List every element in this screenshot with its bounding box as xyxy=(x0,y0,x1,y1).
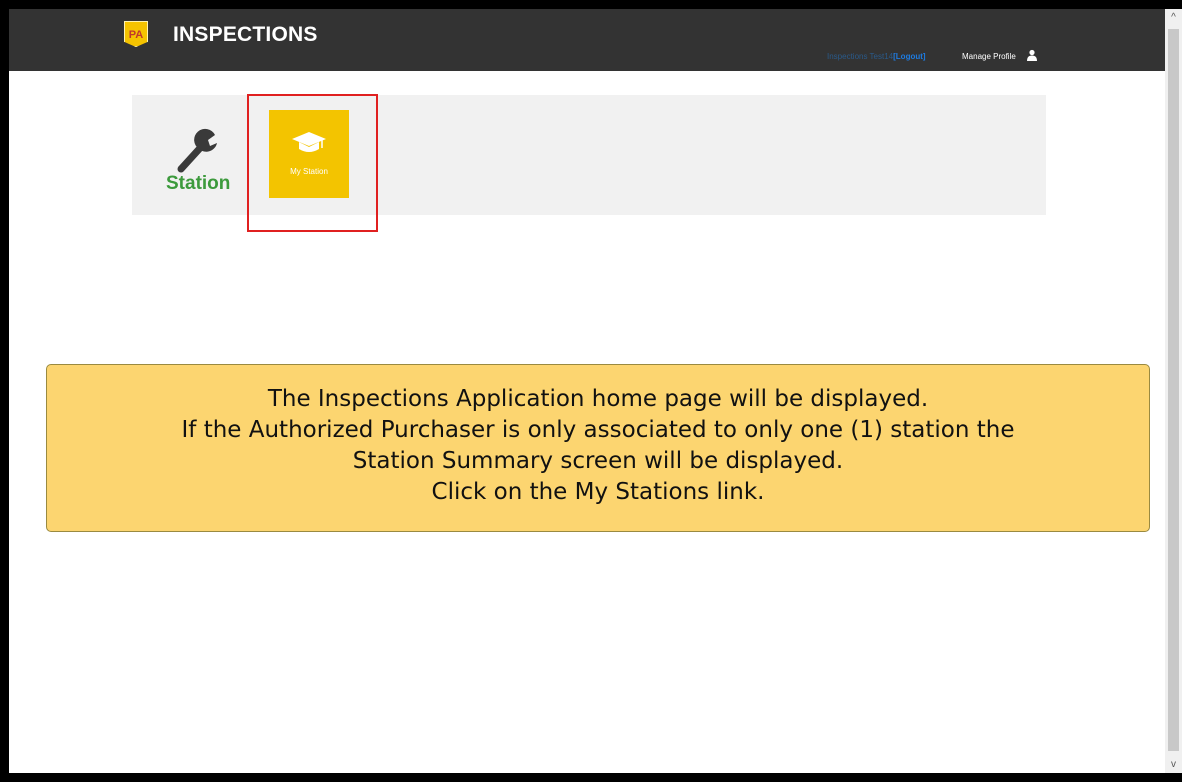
station-section-label: Station xyxy=(166,173,231,194)
callout-line: If the Authorized Purchaser is only asso… xyxy=(181,417,1015,443)
user-icon[interactable] xyxy=(1026,49,1038,61)
callout-line: Station Summary screen will be displayed… xyxy=(352,448,844,474)
user-info: Inspections Test14[Logout] xyxy=(827,52,926,61)
callout-line: The Inspections Application home page wi… xyxy=(267,386,929,412)
app-title: INSPECTIONS xyxy=(173,23,318,46)
browser-viewport: PA INSPECTIONS Inspections Test14[Logout… xyxy=(9,9,1165,773)
callout-line: Click on the My Stations link. xyxy=(431,479,765,505)
scroll-up-arrow-icon[interactable]: ^ xyxy=(1165,9,1182,26)
pa-keystone-logo: PA xyxy=(124,21,148,47)
vertical-scrollbar[interactable]: ^ v xyxy=(1165,9,1182,773)
wrench-icon xyxy=(177,128,217,173)
user-name: Inspections Test14 xyxy=(827,52,894,61)
top-navbar: PA INSPECTIONS Inspections Test14[Logout… xyxy=(9,9,1165,71)
logout-link[interactable]: [Logout] xyxy=(893,52,925,61)
highlight-box xyxy=(247,94,378,232)
scroll-down-arrow-icon[interactable]: v xyxy=(1165,756,1182,773)
scrollbar-thumb[interactable] xyxy=(1168,29,1179,751)
instruction-callout: The Inspections Application home page wi… xyxy=(46,364,1150,532)
manage-profile-link[interactable]: Manage Profile xyxy=(962,52,1016,61)
